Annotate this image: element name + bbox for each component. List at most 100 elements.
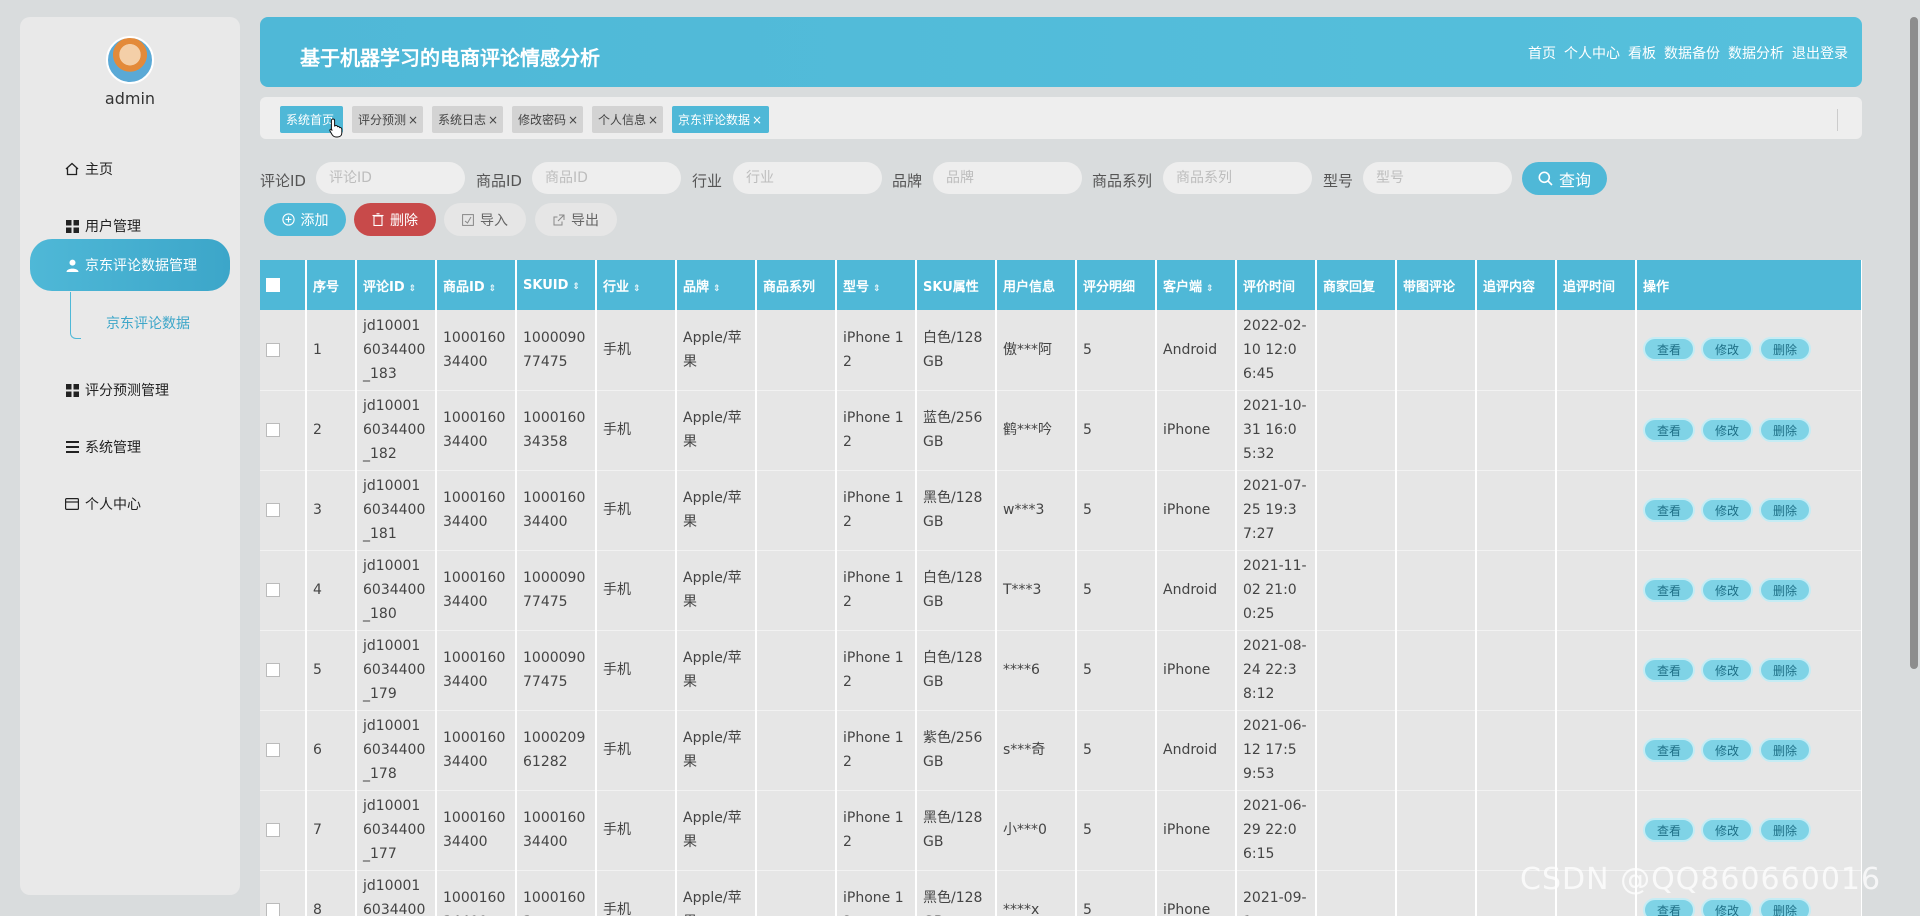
row-checkbox[interactable] <box>266 823 280 837</box>
sidebar-item-label: 主页 <box>85 162 113 178</box>
delete-row-button[interactable]: 删除 <box>1759 657 1811 682</box>
delete-row-button[interactable]: 删除 <box>1759 577 1811 602</box>
column-header-label: 追评时间 <box>1563 279 1616 295</box>
table-cell <box>1476 550 1557 631</box>
table-cell: 5 <box>1076 790 1157 871</box>
delete-row-button[interactable]: 删除 <box>1759 497 1811 522</box>
table-cell <box>1316 630 1397 711</box>
row-checkbox[interactable] <box>266 423 280 437</box>
add-button[interactable]: 添加 <box>264 203 346 236</box>
nav-logout[interactable]: 退出登录 <box>1792 43 1848 63</box>
row-checkbox[interactable] <box>266 342 280 357</box>
avatar[interactable] <box>106 36 154 84</box>
edit-button[interactable]: 修改 <box>1701 497 1753 522</box>
table-row[interactable]: 1 jd100016034400_183 100016034400 100009077… <box>260 310 1862 391</box>
industry-input[interactable] <box>733 162 882 194</box>
view-button[interactable]: 查看 <box>1643 817 1695 842</box>
column-header[interactable]: 行业 ⇕ <box>596 260 677 310</box>
sort-icon[interactable]: ⇕ <box>873 284 881 294</box>
edit-button[interactable]: 修改 <box>1701 417 1753 442</box>
view-button[interactable]: 查看 <box>1643 657 1695 682</box>
scrollbar-thumb[interactable] <box>1910 17 1918 669</box>
close-icon[interactable]: × <box>648 113 658 127</box>
table-row[interactable]: 5 jd100016034400_179 100016034400 100009077… <box>260 630 1862 711</box>
sort-icon[interactable]: ⇕ <box>713 284 721 294</box>
row-checkbox[interactable] <box>266 503 280 517</box>
comment-id-label: 评论ID <box>260 172 306 190</box>
delete-row-button[interactable]: 删除 <box>1759 737 1811 762</box>
table-row[interactable]: 6 jd100016034400_178 100016034400 100020961… <box>260 710 1862 791</box>
series-input[interactable] <box>1163 162 1312 194</box>
table-row[interactable]: 4 jd100016034400_180 100016034400 100009077… <box>260 550 1862 631</box>
delete-button[interactable]: 删除 <box>354 203 436 236</box>
sort-icon[interactable]: ⇕ <box>572 282 580 292</box>
tab-jd-comment-data[interactable]: 京东评论数据 × <box>672 106 769 133</box>
column-header: 用户信息 <box>996 260 1077 310</box>
close-icon[interactable]: × <box>752 113 762 127</box>
view-button[interactable]: 查看 <box>1643 497 1695 522</box>
sort-icon[interactable]: ⇕ <box>1206 284 1214 294</box>
nav-dashboard[interactable]: 看板 <box>1628 43 1656 63</box>
nav-backup[interactable]: 数据备份 <box>1664 43 1720 63</box>
edit-button[interactable]: 修改 <box>1701 337 1753 362</box>
view-button[interactable]: 查看 <box>1643 417 1695 442</box>
product-id-input[interactable] <box>532 162 681 194</box>
query-button[interactable]: 查询 <box>1522 162 1607 195</box>
sort-icon[interactable]: ⇕ <box>633 284 641 294</box>
page-scrollbar[interactable] <box>1908 17 1920 669</box>
column-header[interactable]: 客户端 ⇕ <box>1156 260 1237 310</box>
view-button[interactable]: 查看 <box>1643 577 1695 602</box>
delete-row-button[interactable]: 删除 <box>1759 417 1811 442</box>
select-all-checkbox[interactable] <box>266 278 280 292</box>
nav-analysis[interactable]: 数据分析 <box>1728 43 1784 63</box>
table-row[interactable]: 2 jd100016034400_182 100016034400 100016034… <box>260 390 1862 471</box>
sort-icon[interactable]: ⇕ <box>409 284 417 294</box>
tab-score-prediction[interactable]: 评分预测 × <box>352 106 423 133</box>
table-cell: iPhone <box>1156 630 1237 711</box>
column-header[interactable]: 型号 ⇕ <box>836 260 917 310</box>
model-input[interactable] <box>1363 162 1512 194</box>
edit-button[interactable]: 修改 <box>1701 577 1753 602</box>
table-row[interactable]: 7 jd100016034400_177 100016034400 100016034… <box>260 790 1862 871</box>
table-row[interactable]: 3 jd100016034400_181 100016034400 100016034… <box>260 470 1862 551</box>
nav-home[interactable]: 首页 <box>1528 43 1556 63</box>
sidebar-item-score-prediction[interactable]: 评分预测管理 <box>20 368 240 412</box>
row-checkbox[interactable] <box>266 743 280 757</box>
edit-button[interactable]: 修改 <box>1701 817 1753 842</box>
row-checkbox[interactable] <box>266 903 280 916</box>
export-button[interactable]: 导出 <box>535 203 617 236</box>
table-cell: 2 <box>306 390 357 471</box>
row-checkbox[interactable] <box>266 583 280 597</box>
column-header[interactable]: 商品ID ⇕ <box>436 260 517 310</box>
sidebar-item-jd-comments[interactable]: 京东评论数据管理 <box>30 239 230 291</box>
column-header[interactable]: 品牌 ⇕ <box>676 260 757 310</box>
view-button[interactable]: 查看 <box>1643 337 1695 362</box>
delete-row-button[interactable]: 删除 <box>1759 897 1811 916</box>
comment-id-input[interactable] <box>316 162 465 194</box>
close-icon[interactable]: × <box>568 113 578 127</box>
view-button[interactable]: 查看 <box>1643 737 1695 762</box>
sidebar-item-home[interactable]: 主页 <box>20 147 240 191</box>
edit-button[interactable]: 修改 <box>1701 657 1753 682</box>
nav-profile[interactable]: 个人中心 <box>1564 43 1620 63</box>
row-checkbox[interactable] <box>266 663 280 677</box>
column-header[interactable]: 评论ID ⇕ <box>356 260 437 310</box>
submenu-item-jd-data[interactable]: 京东评论数据 <box>106 313 190 333</box>
sort-icon[interactable]: ⇕ <box>489 284 497 294</box>
brand-input[interactable] <box>933 162 1082 194</box>
import-button[interactable]: 导入 <box>444 203 526 236</box>
delete-row-button[interactable]: 删除 <box>1759 337 1811 362</box>
sidebar-item-profile[interactable]: 个人中心 <box>20 482 240 526</box>
column-header[interactable]: SKUID ⇕ <box>516 260 597 310</box>
tab-system-log[interactable]: 系统日志 × <box>432 106 503 133</box>
edit-button[interactable]: 修改 <box>1701 897 1753 916</box>
tab-change-password[interactable]: 修改密码 × <box>512 106 583 133</box>
close-icon[interactable]: × <box>488 113 498 127</box>
table-cell: 2021-10-31 16:05:32 <box>1236 390 1317 471</box>
view-button[interactable]: 查看 <box>1643 897 1695 916</box>
delete-row-button[interactable]: 删除 <box>1759 817 1811 842</box>
edit-button[interactable]: 修改 <box>1701 737 1753 762</box>
close-icon[interactable]: × <box>408 113 418 127</box>
sidebar-item-system[interactable]: 系统管理 <box>20 425 240 469</box>
tab-personal-info[interactable]: 个人信息 × <box>592 106 663 133</box>
